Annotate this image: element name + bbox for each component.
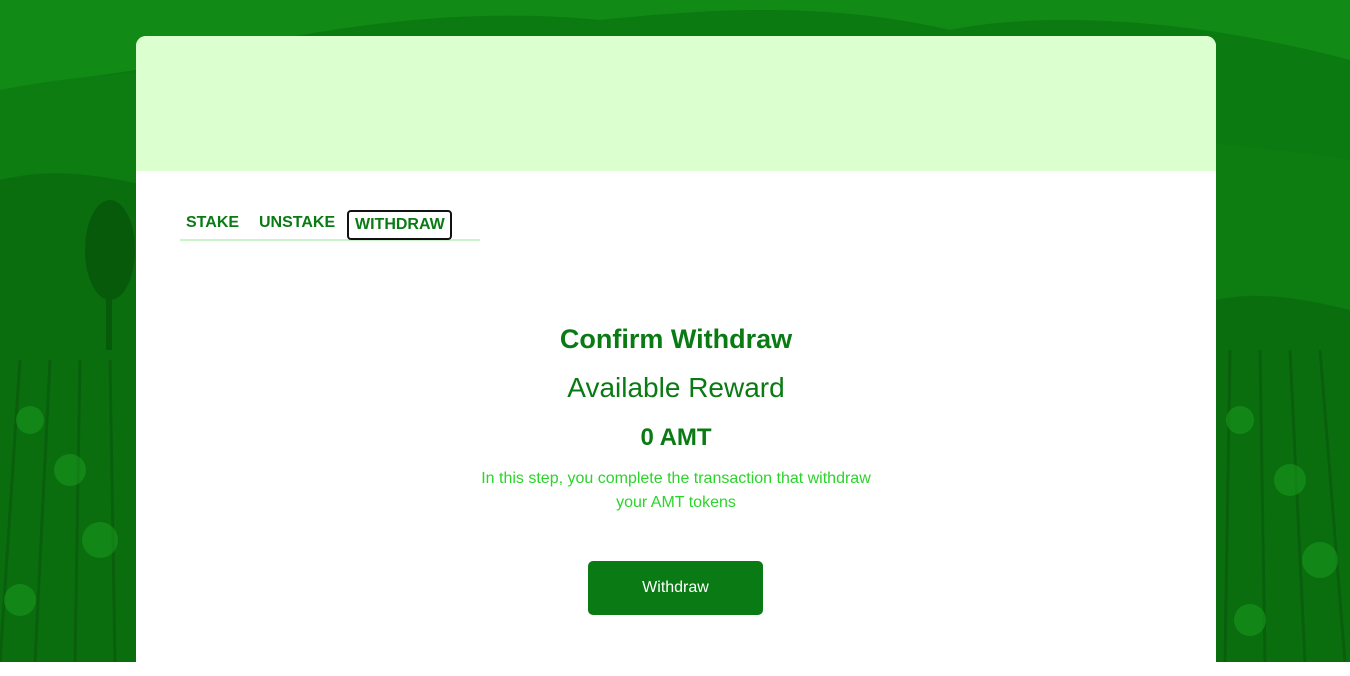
tab-unstake[interactable]: UNSTAKE — [253, 210, 341, 236]
available-reward-label: Available Reward — [567, 372, 785, 403]
tab-bar: STAKE UNSTAKE WITHDRAW — [180, 210, 480, 241]
withdraw-button[interactable]: Withdraw — [588, 561, 763, 615]
card-header — [136, 36, 1216, 171]
tab-stake[interactable]: STAKE — [180, 210, 245, 236]
confirm-withdraw-title: Confirm Withdraw — [559, 324, 793, 354]
tab-withdraw[interactable]: WITHDRAW — [347, 210, 452, 240]
staking-card: STAKE UNSTAKE WITHDRAW Confirm Withdraw … — [136, 36, 1216, 676]
available-reward-value: 0 AMT — [640, 424, 712, 451]
withdraw-description: In this step, you complete the transacti… — [481, 470, 871, 511]
withdraw-panel: Confirm Withdraw Available Reward 0 AMT … — [136, 320, 1216, 515]
